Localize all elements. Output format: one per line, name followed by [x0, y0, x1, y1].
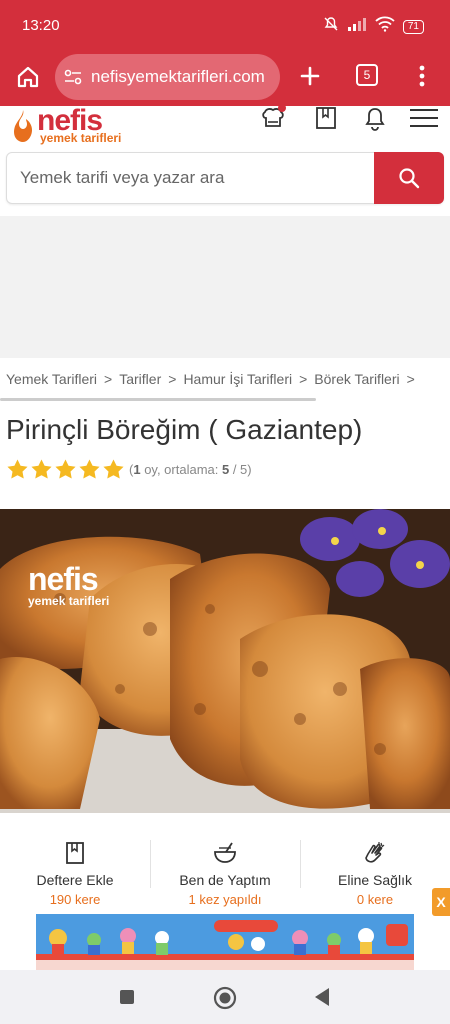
search-box: [6, 152, 444, 204]
site-header: nefis yemek tarifleri: [0, 104, 450, 150]
tab-switcher-button[interactable]: 5: [356, 64, 378, 86]
breadcrumb-separator: >: [168, 371, 177, 387]
action-label: Eline Sağlık: [338, 872, 412, 888]
star-icon[interactable]: [6, 458, 29, 481]
signal-icon: [347, 17, 367, 36]
mixing-bowl-icon: [214, 842, 236, 863]
star-icon[interactable]: [30, 458, 53, 481]
action-count: 190 kere: [49, 892, 101, 907]
recipe-book-icon[interactable]: [313, 106, 339, 132]
status-icons: 71: [323, 16, 424, 37]
status-time: 13:20: [22, 17, 60, 34]
banner-ad-image: [36, 914, 414, 970]
browser-toolbar: nefisyemektarifleri.com 5: [0, 52, 450, 106]
borek-image: [0, 509, 450, 813]
search-button[interactable]: [374, 152, 444, 204]
ad-placeholder: [0, 216, 450, 358]
status-bar: 13:20 71: [0, 0, 450, 52]
breadcrumb-item[interactable]: Hamur İşi Tarifleri: [183, 371, 292, 387]
system-nav-bar: [0, 970, 450, 1024]
action-label: Deftere Ekle: [36, 872, 114, 888]
thanks-button[interactable]: Eline Sağlık 0 kere: [300, 832, 450, 912]
breadcrumb-item[interactable]: Tarifler: [119, 371, 161, 387]
breadcrumb: Yemek Tarifleri > Tarifler > Hamur İşi T…: [6, 371, 415, 387]
star-rating[interactable]: [6, 458, 125, 481]
star-icon[interactable]: [78, 458, 101, 481]
rating-votes: 1: [133, 462, 141, 477]
home-nav-icon[interactable]: [213, 986, 237, 1015]
watermark-name: nefis: [28, 561, 99, 597]
more-menu-icon[interactable]: [410, 62, 434, 90]
add-to-notebook-button[interactable]: Deftere Ekle 190 kere: [0, 832, 150, 912]
page-title: Pirinçli Böreğim ( Gaziantep): [6, 414, 363, 445]
action-label: Ben de Yaptım: [179, 872, 271, 888]
notification-dot: [278, 104, 286, 112]
back-icon[interactable]: [313, 987, 331, 1012]
hamburger-menu-icon[interactable]: [408, 106, 440, 132]
photo-watermark: nefis yemek tarifleri: [28, 561, 109, 608]
breadcrumb-separator: >: [406, 371, 415, 387]
star-icon[interactable]: [102, 458, 125, 481]
breadcrumb-scrollbar[interactable]: [0, 398, 316, 401]
search-input[interactable]: [7, 153, 375, 203]
recipe-actions: Deftere Ekle 190 kere Ben de Yaptım 1 ke…: [0, 832, 450, 912]
banner-ad[interactable]: [36, 914, 414, 970]
new-tab-icon[interactable]: [296, 62, 324, 90]
mute-icon: [323, 16, 339, 37]
recents-icon[interactable]: [119, 989, 135, 1010]
search-icon: [399, 168, 420, 189]
rating-votes-text: oy, ortalama:: [140, 462, 222, 477]
action-count: 1 kez yapıldı: [188, 892, 262, 907]
address-bar[interactable]: nefisyemektarifleri.com: [55, 54, 280, 100]
i-made-it-button[interactable]: Ben de Yaptım 1 kez yapıldı: [150, 832, 300, 912]
recipe-photo[interactable]: nefis yemek tarifleri: [0, 509, 450, 813]
breadcrumb-separator: >: [104, 371, 113, 387]
breadcrumb-item[interactable]: Börek Tarifleri: [314, 371, 399, 387]
notebook-icon: [66, 842, 84, 864]
url-text[interactable]: nefisyemektarifleri.com: [91, 67, 265, 87]
clapping-hands-icon: [365, 842, 385, 863]
action-count: 0 kere: [356, 892, 394, 907]
rating-max-text: / 5): [229, 462, 252, 477]
flame-icon: [14, 110, 32, 142]
star-icon[interactable]: [54, 458, 77, 481]
battery-icon: 71: [402, 19, 424, 34]
breadcrumb-item[interactable]: Yemek Tarifleri: [6, 371, 97, 387]
watermark-subtitle: yemek tarifleri: [28, 594, 110, 608]
recipe-rating[interactable]: (1 oy, ortalama: 5 / 5): [6, 458, 252, 481]
bell-icon[interactable]: [362, 106, 388, 132]
close-ad-button[interactable]: X: [432, 888, 450, 916]
logo-subtitle: yemek tarifleri: [40, 131, 122, 145]
rating-summary: (1 oy, ortalama: 5 / 5): [129, 462, 252, 477]
site-logo[interactable]: nefis yemek tarifleri: [10, 104, 140, 146]
breadcrumb-separator: >: [299, 371, 308, 387]
wifi-icon: [375, 16, 395, 37]
site-settings-icon[interactable]: [63, 67, 83, 87]
home-icon[interactable]: [14, 63, 42, 91]
